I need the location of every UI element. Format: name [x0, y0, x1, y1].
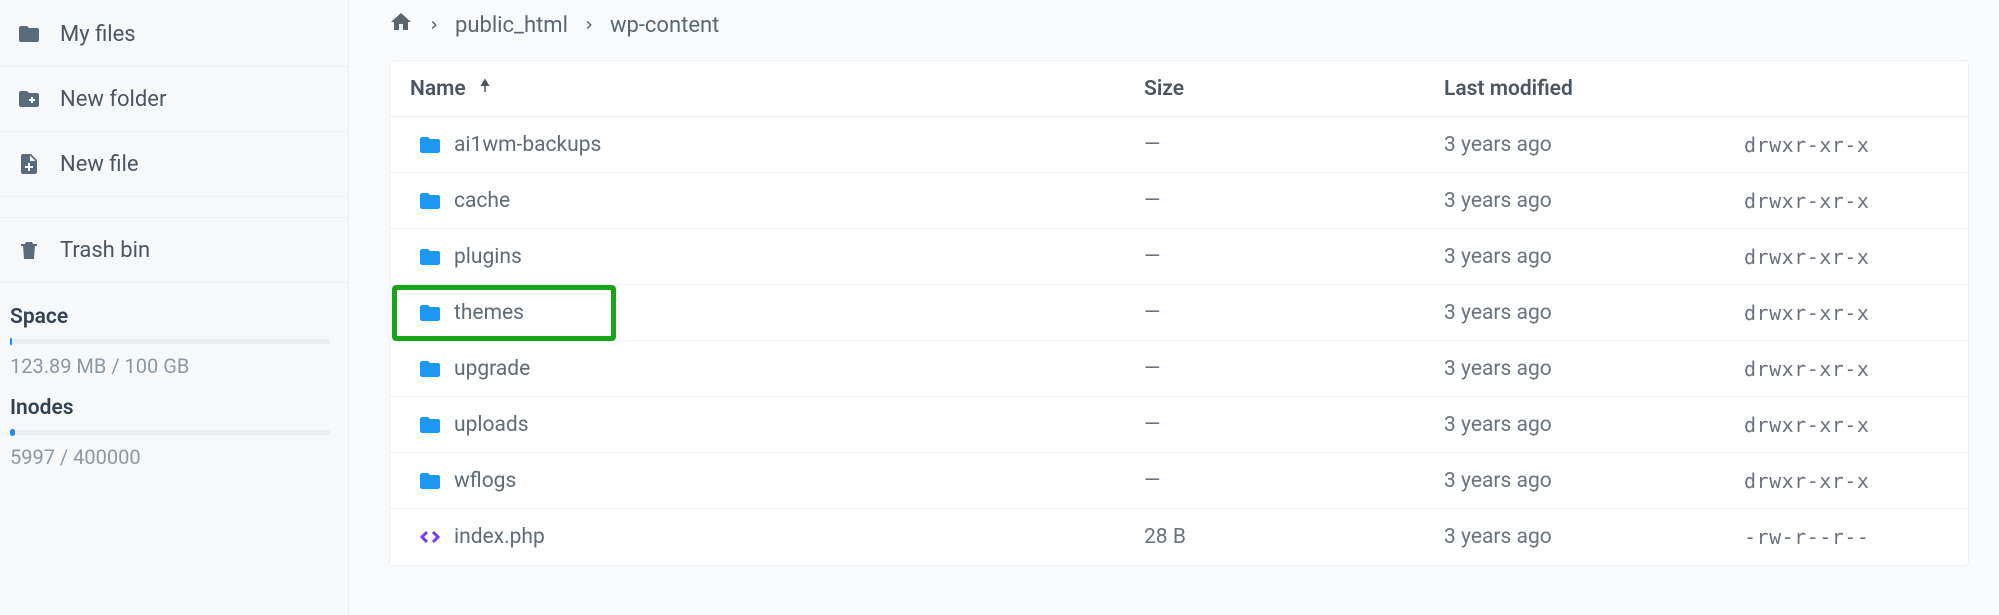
cell-permissions: drwxr-xr-x — [1744, 469, 1964, 493]
cell-size: — — [1144, 301, 1444, 325]
table-row[interactable]: wflogs—3 years agodrwxr-xr-x — [390, 453, 1968, 509]
new-file-icon — [16, 151, 42, 177]
cell-modified: 3 years ago — [1444, 245, 1744, 269]
chevron-right-icon — [427, 13, 441, 38]
cell-permissions: drwxr-xr-x — [1744, 301, 1964, 325]
breadcrumb-item[interactable]: wp-content — [610, 13, 719, 38]
table-row[interactable]: uploads—3 years agodrwxr-xr-x — [390, 397, 1968, 453]
folder-icon — [396, 357, 454, 381]
sidebar-item-label: Trash bin — [60, 238, 150, 263]
sidebar-stats: Space 123.89 MB / 100 GB Inodes 5997 / 4… — [0, 283, 348, 493]
main-panel: public_html wp-content Name Size Last mo… — [349, 0, 1999, 615]
cell-modified: 3 years ago — [1444, 469, 1744, 493]
cell-size: — — [1144, 245, 1444, 269]
cell-modified: 3 years ago — [1444, 413, 1744, 437]
header-name-label: Name — [410, 77, 466, 101]
trash-icon — [16, 237, 42, 263]
folder-icon — [16, 21, 42, 47]
space-value: 123.89 MB / 100 GB — [10, 354, 338, 378]
cell-size: — — [1144, 413, 1444, 437]
sidebar-item-new-folder[interactable]: New folder — [0, 67, 348, 132]
breadcrumb: public_html wp-content — [389, 4, 1969, 44]
table-row[interactable]: ai1wm-backups—3 years agodrwxr-xr-x — [390, 117, 1968, 173]
cell-size: — — [1144, 469, 1444, 493]
header-modified[interactable]: Last modified — [1444, 77, 1744, 101]
table-row[interactable]: cache—3 years agodrwxr-xr-x — [390, 173, 1968, 229]
sidebar-item-label: My files — [60, 22, 136, 47]
new-folder-icon — [16, 86, 42, 112]
code-file-icon — [396, 525, 454, 549]
header-name[interactable]: Name — [396, 77, 1144, 101]
cell-name: ai1wm-backups — [454, 133, 1144, 157]
folder-icon — [396, 469, 454, 493]
inodes-value: 5997 / 400000 — [10, 445, 338, 469]
breadcrumb-item[interactable]: public_html — [455, 13, 568, 38]
folder-icon — [396, 133, 454, 157]
cell-name: plugins — [454, 245, 1144, 269]
inodes-label: Inodes — [10, 396, 338, 420]
cell-modified: 3 years ago — [1444, 525, 1744, 549]
sidebar-item-my-files[interactable]: My files — [0, 2, 348, 67]
cell-permissions: drwxr-xr-x — [1744, 413, 1964, 437]
sort-asc-icon — [476, 77, 494, 101]
space-label: Space — [10, 305, 338, 329]
folder-icon — [396, 189, 454, 213]
table-row[interactable]: upgrade—3 years agodrwxr-xr-x — [390, 341, 1968, 397]
home-icon — [389, 10, 413, 34]
sidebar-item-trash-bin[interactable]: Trash bin — [0, 217, 348, 283]
header-size[interactable]: Size — [1144, 77, 1444, 101]
sidebar-item-label: New file — [60, 152, 139, 177]
breadcrumb-home[interactable] — [389, 10, 413, 40]
space-bar — [10, 339, 330, 344]
cell-size: — — [1144, 189, 1444, 213]
inodes-bar — [10, 430, 330, 435]
file-table: Name Size Last modified ai1wm-backups—3 … — [389, 60, 1969, 566]
table-row[interactable]: index.php28 B3 years ago-rw-r--r-- — [390, 509, 1968, 565]
chevron-right-icon — [582, 13, 596, 38]
cell-permissions: drwxr-xr-x — [1744, 245, 1964, 269]
cell-modified: 3 years ago — [1444, 133, 1744, 157]
sidebar-item-label: New folder — [60, 87, 166, 112]
cell-modified: 3 years ago — [1444, 301, 1744, 325]
table-row[interactable]: themes—3 years agodrwxr-xr-x — [390, 285, 1968, 341]
cell-permissions: -rw-r--r-- — [1744, 525, 1964, 549]
table-row[interactable]: plugins—3 years agodrwxr-xr-x — [390, 229, 1968, 285]
table-header-row: Name Size Last modified — [390, 61, 1968, 117]
cell-modified: 3 years ago — [1444, 189, 1744, 213]
folder-icon — [396, 413, 454, 437]
cell-name: wflogs — [454, 469, 1144, 493]
sidebar-item-new-file[interactable]: New file — [0, 132, 348, 197]
cell-size: — — [1144, 357, 1444, 381]
cell-size: — — [1144, 133, 1444, 157]
cell-name: uploads — [454, 413, 1144, 437]
cell-name: index.php — [454, 525, 1144, 549]
cell-name: cache — [454, 189, 1144, 213]
cell-permissions: drwxr-xr-x — [1744, 133, 1964, 157]
sidebar: My files New folder New file Trash bin S… — [0, 0, 349, 615]
cell-modified: 3 years ago — [1444, 357, 1744, 381]
cell-permissions: drwxr-xr-x — [1744, 357, 1964, 381]
folder-icon — [396, 301, 454, 325]
cell-size: 28 B — [1144, 525, 1444, 549]
folder-icon — [396, 245, 454, 269]
cell-permissions: drwxr-xr-x — [1744, 189, 1964, 213]
cell-name: themes — [454, 301, 1144, 325]
cell-name: upgrade — [454, 357, 1144, 381]
